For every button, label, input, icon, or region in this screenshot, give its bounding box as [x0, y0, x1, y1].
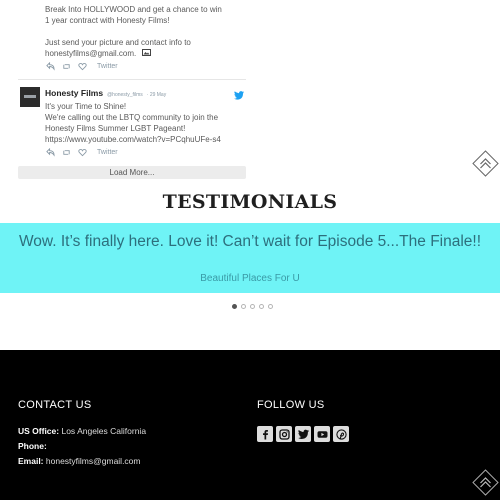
carousel-dot[interactable]: [232, 304, 237, 309]
tweet-source[interactable]: Twitter: [97, 63, 118, 70]
tweet-source[interactable]: Twitter: [97, 149, 118, 156]
youtube-icon[interactable]: [314, 426, 330, 442]
carousel-dot[interactable]: [250, 304, 255, 309]
carousel-dot[interactable]: [241, 304, 246, 309]
carousel-dot[interactable]: [268, 304, 273, 309]
page: Break Into HOLLYWOOD and get a chance to…: [0, 0, 500, 500]
contact-heading: CONTACT US: [18, 399, 92, 411]
email-label: Email:: [18, 456, 44, 466]
phone-line: Phone:: [18, 441, 47, 451]
tweet-divider: [18, 79, 246, 80]
scroll-top-button[interactable]: [472, 469, 499, 496]
double-chevron-up-icon: [472, 150, 499, 177]
reply-icon[interactable]: [45, 62, 55, 71]
double-chevron-up-icon: [472, 469, 499, 496]
twitter-bird-icon[interactable]: [234, 87, 244, 100]
like-icon[interactable]: [77, 148, 87, 157]
pinterest-icon[interactable]: [333, 426, 349, 442]
tweet-1-email-line: honestyfilms@gmail.com.: [45, 48, 245, 59]
tweet-1-text: Break Into HOLLYWOOD and get a chance to…: [45, 4, 245, 59]
tweet-author-handle[interactable]: @honesty_films: [107, 92, 143, 98]
social-links: [257, 426, 349, 442]
email-link[interactable]: honestyfilms@gmail.com: [46, 456, 141, 466]
tweet-1-line: Just send your picture and contact info …: [45, 38, 191, 47]
tweet-2-header: Honesty Films @honesty_films · 29 May: [45, 88, 166, 98]
tweet-1-actions: Twitter: [45, 62, 118, 71]
scroll-top-button[interactable]: [472, 150, 499, 177]
retweet-icon[interactable]: [61, 148, 71, 157]
footer: [0, 350, 500, 500]
avatar[interactable]: [20, 87, 40, 107]
carousel-dots: [232, 304, 273, 309]
testimonials-title: TESTIMONIALS: [162, 191, 338, 213]
tweet-2-text: It's your Time to Shine! We're calling o…: [45, 101, 250, 145]
tweet-author-name[interactable]: Honesty Films: [45, 88, 103, 98]
load-more-button[interactable]: Load More...: [18, 166, 246, 179]
carousel-dot[interactable]: [259, 304, 264, 309]
tweet-2-line: We're calling out the LBTQ community to …: [45, 113, 219, 122]
facebook-icon[interactable]: [257, 426, 273, 442]
retweet-icon[interactable]: [61, 62, 71, 71]
like-icon[interactable]: [77, 62, 87, 71]
reply-icon[interactable]: [45, 148, 55, 157]
tweet-2-line: It's your Time to Shine!: [45, 102, 127, 111]
email-line: Email: honestyfilms@gmail.com: [18, 456, 141, 466]
tweet-1-line: Break Into HOLLYWOOD and get a chance to…: [45, 5, 222, 14]
twitter-feed: Break Into HOLLYWOOD and get a chance to…: [18, 0, 246, 182]
instagram-icon[interactable]: [276, 426, 292, 442]
tweet-2-actions: Twitter: [45, 148, 118, 157]
testimonial-quote: Wow. It’s finally here. Love it! Can’t w…: [18, 233, 482, 250]
tweet-date[interactable]: · 29 May: [147, 92, 166, 98]
testimonial-source: Beautiful Places For U: [200, 273, 300, 284]
follow-heading: FOLLOW US: [257, 399, 325, 411]
tweet-2-link[interactable]: https://www.youtube.com/watch?v=PCqhuUFe…: [45, 134, 250, 145]
office-label: US Office:: [18, 426, 60, 436]
office-line: US Office: Los Angeles California: [18, 426, 146, 436]
tweet-1-email-link[interactable]: honestyfilms@gmail.com.: [45, 49, 136, 58]
image-icon: [141, 48, 151, 59]
tweet-1-line: 1 year contract with Honesty Films!: [45, 16, 170, 25]
tweet-2-line: Honesty Films Summer LGBT Pageant!: [45, 124, 186, 133]
twitter-icon[interactable]: [295, 426, 311, 442]
office-value: Los Angeles California: [61, 426, 147, 436]
phone-label: Phone:: [18, 441, 47, 451]
